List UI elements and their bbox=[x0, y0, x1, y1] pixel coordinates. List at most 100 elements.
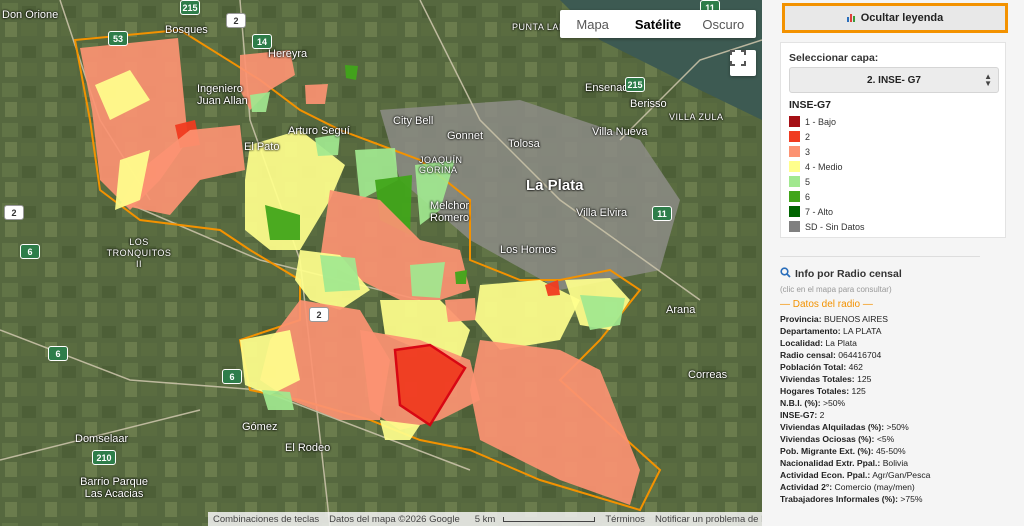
legend-label: 3 bbox=[805, 146, 811, 157]
place-label: Barrio Parque Las Acacias bbox=[80, 476, 148, 500]
search-icon bbox=[780, 267, 791, 281]
fullscreen-button[interactable] bbox=[730, 50, 756, 76]
side-panel: Ocultar leyenda Seleccionar capa: 2. INS… bbox=[762, 0, 1024, 526]
info-row-label: Población Total: bbox=[780, 362, 847, 372]
hide-legend-label: Ocultar leyenda bbox=[860, 12, 944, 24]
legend-item: 7 - Alto bbox=[789, 205, 865, 218]
legend-swatch bbox=[789, 116, 800, 127]
info-section-title: — Datos del radio — bbox=[780, 299, 873, 310]
info-row-value: 462 bbox=[848, 362, 863, 372]
legend-swatch bbox=[789, 131, 800, 142]
route-shield: 215 bbox=[180, 0, 200, 15]
layer-select-value: 2. INSE- G7 bbox=[867, 74, 921, 86]
legend-swatch bbox=[789, 206, 800, 217]
info-row-value: >75% bbox=[900, 494, 923, 504]
map-type-control: Mapa Satélite Oscuro bbox=[560, 10, 756, 38]
legend-label: SD - Sin Datos bbox=[805, 221, 865, 232]
info-row: Pob. Migrante Ext. (%): 45-50% bbox=[780, 446, 980, 458]
map-data-credit: Datos del mapa ©2026 Google bbox=[329, 513, 460, 525]
scale-bar[interactable]: 5 km bbox=[465, 514, 601, 525]
place-label: Tolosa bbox=[508, 138, 540, 150]
info-row-label: INSE-G7: bbox=[780, 410, 818, 420]
info-row-label: Nacionalidad Extr. Ppal.: bbox=[780, 458, 881, 468]
bar-chart-icon bbox=[846, 12, 857, 25]
fullscreen-icon bbox=[730, 50, 746, 66]
map-type-oscuro[interactable]: Oscuro bbox=[691, 10, 756, 38]
layer-panel: Seleccionar capa: 2. INSE- G7 ▲ ▼ INSE-G7… bbox=[780, 42, 1006, 238]
legend-label: 7 - Alto bbox=[805, 206, 834, 217]
info-row: Provincia: BUENOS AIRES bbox=[780, 314, 980, 326]
info-row: Actividad 2°: Comercio (may/men) bbox=[780, 482, 980, 494]
info-row: Viviendas Ociosas (%): <5% bbox=[780, 434, 980, 446]
info-row-label: Departamento: bbox=[780, 326, 841, 336]
info-row: Localidad: La Plata bbox=[780, 338, 980, 350]
info-row-value: >50% bbox=[886, 422, 909, 432]
legend-item: SD - Sin Datos bbox=[789, 220, 865, 233]
info-rows: Provincia: BUENOS AIRES Departamento: LA… bbox=[780, 314, 980, 506]
legend-swatch bbox=[789, 161, 800, 172]
info-title: Info por Radio censal bbox=[780, 267, 980, 281]
layer-select[interactable]: 2. INSE- G7 ▲ ▼ bbox=[789, 67, 999, 93]
info-row-label: Actividad 2°: bbox=[780, 482, 833, 492]
info-row: Viviendas Totales: 125 bbox=[780, 374, 980, 386]
hide-legend-button[interactable]: Ocultar leyenda bbox=[782, 3, 1008, 33]
map-type-satelite[interactable]: Satélite bbox=[625, 10, 690, 38]
legend-label: 1 - Bajo bbox=[805, 116, 837, 127]
place-label: Don Orione bbox=[2, 9, 59, 21]
place-label: Hereyra bbox=[268, 48, 308, 60]
place-label: Berisso bbox=[630, 98, 667, 110]
radio-polygon bbox=[445, 298, 476, 322]
info-row-value: Agr/Gan/Pesca bbox=[872, 470, 931, 480]
place-label: Ingeniero Juan Allan bbox=[197, 83, 248, 107]
info-row-value: 125 bbox=[851, 386, 866, 396]
legend-item: 6 bbox=[789, 190, 865, 203]
legend-label: 2 bbox=[805, 131, 811, 142]
legend-list: 1 - Bajo 2 3 4 - Medio 5 6 7 - Alto SD -… bbox=[789, 115, 865, 235]
map-type-mapa[interactable]: Mapa bbox=[560, 10, 625, 38]
place-label: Correas bbox=[688, 369, 728, 381]
place-label: City Bell bbox=[393, 115, 434, 127]
info-row: Trabajadores Informales (%): >75% bbox=[780, 494, 980, 506]
route-shield: 14 bbox=[252, 34, 272, 49]
map-attribution: Combinaciones de teclas Datos del mapa ©… bbox=[208, 512, 762, 526]
place-label: Gonnet bbox=[447, 130, 484, 142]
info-row-value: BUENOS AIRES bbox=[823, 314, 888, 324]
legend-swatch bbox=[789, 191, 800, 202]
place-label: Villa Nueva bbox=[592, 126, 648, 138]
route-shield: 6 bbox=[222, 369, 242, 384]
info-row-label: Actividad Econ. Ppal.: bbox=[780, 470, 871, 480]
info-row-label: Viviendas Alquiladas (%): bbox=[780, 422, 885, 432]
place-label: El Pato bbox=[244, 141, 280, 153]
terms-link[interactable]: Términos bbox=[600, 514, 650, 525]
route-shield: 2 bbox=[226, 13, 246, 28]
scale-line bbox=[503, 516, 596, 522]
radio-polygon bbox=[410, 262, 445, 298]
place-label: JOAQUÍN GORINA bbox=[419, 155, 463, 175]
radio-polygon bbox=[320, 255, 360, 292]
select-layer-label: Seleccionar capa: bbox=[789, 52, 879, 64]
legend-swatch bbox=[789, 146, 800, 157]
info-row-value: La Plata bbox=[825, 338, 857, 348]
route-shield: 2 bbox=[309, 307, 329, 322]
map-view[interactable]: Don Orione Bosques Ingeniero Juan Allan … bbox=[0, 0, 762, 526]
info-row-value: 064416704 bbox=[838, 350, 882, 360]
place-label: Domselaar bbox=[75, 433, 129, 445]
info-row: Departamento: LA PLATA bbox=[780, 326, 980, 338]
info-row: Actividad Econ. Ppal.: Agr/Gan/Pesca bbox=[780, 470, 980, 482]
legend-label: 4 - Medio bbox=[805, 161, 843, 172]
radio-polygon bbox=[345, 65, 358, 80]
legend-swatch bbox=[789, 176, 800, 187]
place-label: La Plata bbox=[526, 177, 584, 194]
legend-item: 4 - Medio bbox=[789, 160, 865, 173]
info-row-value: 2 bbox=[819, 410, 825, 420]
report-problem-link[interactable]: Notificar un problema de Maps bbox=[650, 514, 762, 525]
info-panel: Info por Radio censal (clic en el mapa p… bbox=[780, 256, 980, 506]
info-row-value: 45-50% bbox=[875, 446, 906, 456]
info-row-label: Viviendas Totales: bbox=[780, 374, 855, 384]
info-row-value: LA PLATA bbox=[843, 326, 882, 336]
place-label: Gómez bbox=[242, 421, 278, 433]
info-row-label: Radio censal: bbox=[780, 350, 836, 360]
info-row-label: Pob. Migrante Ext. (%): bbox=[780, 446, 874, 456]
route-shield: 2 bbox=[4, 205, 24, 220]
keyboard-shortcuts-link[interactable]: Combinaciones de teclas bbox=[208, 514, 324, 525]
